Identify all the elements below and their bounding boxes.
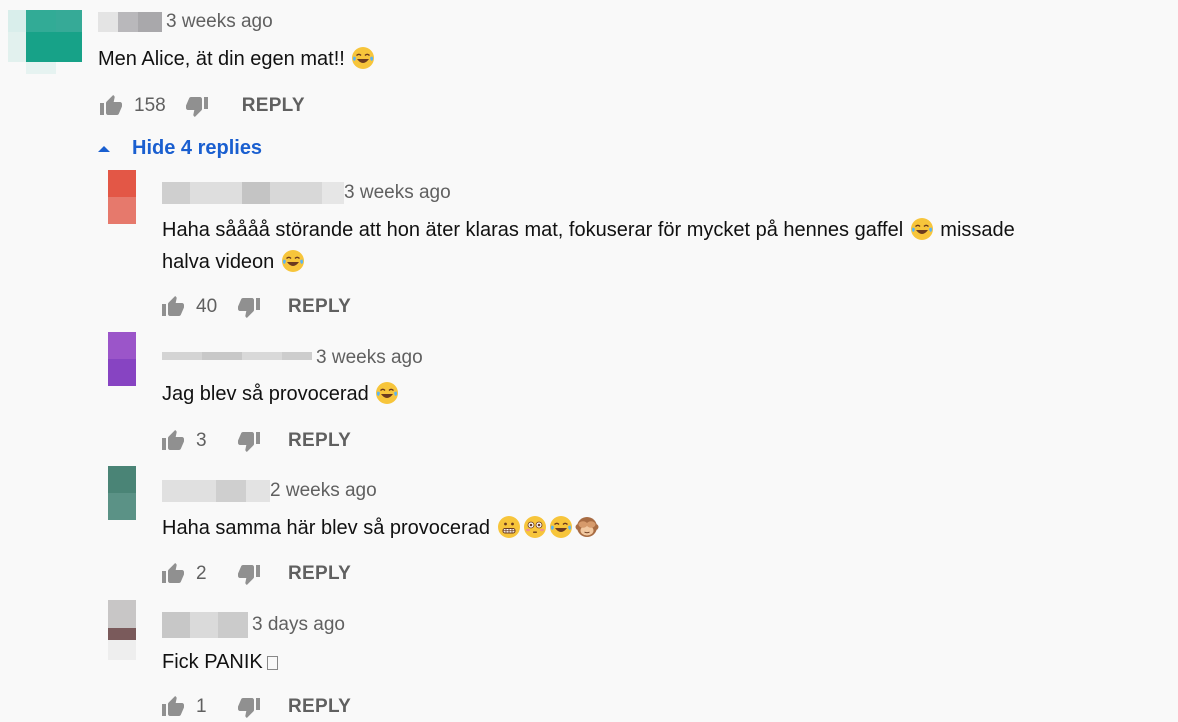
grimacing-face-icon xyxy=(497,515,521,539)
comment-text-body: Haha såååå störande att hon äter klaras … xyxy=(162,219,904,241)
reply-button[interactable]: REPLY xyxy=(288,430,351,452)
hide-replies-button[interactable]: Hide 4 replies xyxy=(98,137,262,160)
face-with-tears-of-joy-icon xyxy=(910,217,934,241)
comment-header: 3 weeks ago xyxy=(162,181,451,205)
author-name-redacted[interactable] xyxy=(162,480,270,502)
thumb-up-icon[interactable] xyxy=(160,294,186,320)
comment-actions: 1 REPLY xyxy=(160,692,351,722)
comment-text: Men Alice, ät din egen mat!! xyxy=(98,43,376,75)
missing-glyph-icon xyxy=(266,656,278,670)
comment-timestamp[interactable]: 3 weeks ago xyxy=(316,347,423,369)
thumb-down-icon[interactable] xyxy=(236,561,262,587)
reply-comment: 2 weeks ago Haha samma här blev så provo… xyxy=(0,466,1178,596)
thumb-up-icon[interactable] xyxy=(160,694,186,720)
comment-timestamp[interactable]: 3 weeks ago xyxy=(344,182,451,204)
author-name-redacted[interactable] xyxy=(162,182,344,204)
reply-button[interactable]: REPLY xyxy=(288,696,351,718)
comment-actions: 40 REPLY xyxy=(160,292,351,322)
comment-text: Haha samma här blev så provocerad xyxy=(162,512,600,544)
face-with-tears-of-joy-icon xyxy=(281,249,305,273)
avatar[interactable] xyxy=(8,10,82,74)
comment-actions: 2 REPLY xyxy=(160,559,351,589)
comment-text-body: Fick PANIK xyxy=(162,651,263,673)
see-no-evil-monkey-icon xyxy=(575,515,599,539)
comment-header: 3 weeks ago xyxy=(162,346,423,370)
author-name-redacted[interactable] xyxy=(98,12,162,32)
face-with-tears-of-joy-icon xyxy=(351,46,375,70)
comment-header: 2 weeks ago xyxy=(162,479,377,503)
comment-actions: 3 REPLY xyxy=(160,426,351,456)
reply-comment: 3 days ago Fick PANIK 1 REPLY xyxy=(0,600,1178,722)
reply-comment: 3 weeks ago Jag blev så provocerad 3 REP… xyxy=(0,332,1178,462)
like-count: 1 xyxy=(196,696,207,717)
thumb-up-icon[interactable] xyxy=(160,428,186,454)
comment-text-body-continued: missade xyxy=(940,219,1015,241)
comment-header: 3 weeks ago xyxy=(98,10,273,34)
author-name-redacted[interactable] xyxy=(162,352,312,360)
comment-header: 3 days ago xyxy=(162,612,345,638)
comment-text: Jag blev så provocerad xyxy=(162,378,400,410)
like-count: 158 xyxy=(134,95,166,116)
thumb-down-icon[interactable] xyxy=(236,428,262,454)
avatar[interactable] xyxy=(108,600,136,660)
flushed-face-icon xyxy=(523,515,547,539)
author-name-redacted[interactable] xyxy=(162,612,248,638)
like-count: 2 xyxy=(196,563,207,584)
comment-text-body: Jag blev så provocerad xyxy=(162,383,369,405)
avatar[interactable] xyxy=(108,466,136,520)
comment-timestamp[interactable]: 3 weeks ago xyxy=(166,11,273,33)
avatar[interactable] xyxy=(108,332,136,386)
reply-button[interactable]: REPLY xyxy=(288,296,351,318)
top-comment: 3 weeks ago Men Alice, ät din egen mat!!… xyxy=(0,0,1178,130)
like-count: 3 xyxy=(196,430,207,451)
thumb-down-icon[interactable] xyxy=(236,694,262,720)
comment-text-body: Men Alice, ät din egen mat!! xyxy=(98,48,345,70)
face-with-tears-of-joy-icon xyxy=(375,381,399,405)
reply-button[interactable]: REPLY xyxy=(288,563,351,585)
like-count: 40 xyxy=(196,296,218,317)
reply-comment: 3 weeks ago Haha såååå störande att hon … xyxy=(0,170,1178,330)
comment-text-body: Haha samma här blev så provocerad xyxy=(162,517,490,539)
thumb-down-icon[interactable] xyxy=(184,93,210,119)
avatar[interactable] xyxy=(108,170,136,224)
thumb-up-icon[interactable] xyxy=(160,561,186,587)
reply-button[interactable]: REPLY xyxy=(242,95,305,117)
face-with-tears-of-joy-icon xyxy=(549,515,573,539)
caret-up-icon xyxy=(98,145,110,153)
thumb-up-icon[interactable] xyxy=(98,93,124,119)
comment-timestamp[interactable]: 3 days ago xyxy=(252,614,345,636)
comment-text-line-2: halva videon xyxy=(162,251,275,273)
comment-actions: 158 REPLY xyxy=(98,91,305,121)
thumb-down-icon[interactable] xyxy=(236,294,262,320)
hide-replies-label: Hide 4 replies xyxy=(132,137,263,159)
comment-timestamp[interactable]: 2 weeks ago xyxy=(270,480,377,502)
comment-text: Fick PANIK xyxy=(162,646,278,678)
comment-text: Haha såååå störande att hon äter klaras … xyxy=(162,214,1142,278)
